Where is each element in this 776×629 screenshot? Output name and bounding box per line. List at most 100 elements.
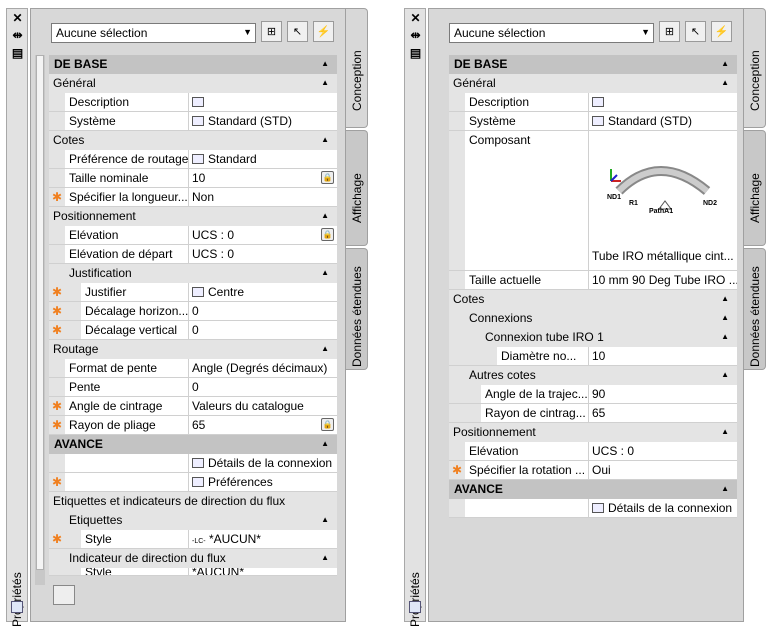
palette-tabs: Conception Affichage Données étendues	[744, 8, 768, 622]
row-diametre[interactable]: Diamètre no... 10	[449, 347, 737, 366]
row-specifier-rotation[interactable]: ✱ Spécifier la rotation ... Oui	[449, 461, 737, 480]
scrollbar-thumb[interactable]	[36, 55, 44, 570]
star-icon: ✱	[49, 416, 65, 434]
close-icon[interactable]: ✕	[10, 11, 25, 25]
collapse-icon[interactable]: ▲	[721, 328, 729, 346]
subcategory-positionnement[interactable]: Positionnement ▲	[449, 423, 737, 442]
row-specifier-longueur[interactable]: ✱ Spécifier la longueur... Non	[49, 188, 337, 207]
row-elevation[interactable]: Elévation UCS : 0 🔒	[49, 226, 337, 245]
row-rayon-cintrag[interactable]: Rayon de cintrag... 65	[449, 404, 737, 423]
row-elevation[interactable]: Elévation UCS : 0	[449, 442, 737, 461]
row-format-pente[interactable]: Format de pente Angle (Degrés décimaux)	[49, 359, 337, 378]
row-systeme[interactable]: Système Standard (STD)	[49, 112, 337, 131]
collapse-icon[interactable]: ▲	[321, 74, 329, 92]
lock-icon[interactable]: 🔒	[321, 418, 334, 431]
collapse-icon[interactable]: ▲	[321, 55, 329, 73]
autohide-icon[interactable]: ⇹	[10, 28, 25, 42]
row-details-connexion[interactable]: Détails de la connexion	[449, 499, 737, 518]
justify-icon	[192, 287, 204, 297]
category-de-base[interactable]: DE BASE ▲	[49, 55, 337, 74]
subcategory-general[interactable]: Général ▲	[49, 74, 337, 93]
collapse-icon[interactable]: ▲	[721, 480, 729, 498]
category-de-base[interactable]: DE BASE ▲	[449, 55, 737, 74]
subcategory-connexion-tube[interactable]: Connexion tube IRO 1 ▲	[449, 328, 737, 347]
tab-conception[interactable]: Conception	[346, 8, 368, 128]
collapse-icon[interactable]: ▲	[721, 309, 729, 327]
row-details-connexion[interactable]: Détails de la connexion	[49, 454, 337, 473]
subcategory-autres-cotes[interactable]: Autres cotes ▲	[449, 366, 737, 385]
tab-conception[interactable]: Conception	[744, 8, 766, 128]
collapse-icon[interactable]: ▲	[721, 55, 729, 73]
row-angle-traj[interactable]: Angle de la trajec... 90	[449, 385, 737, 404]
category-avance[interactable]: AVANCE ▲	[449, 480, 737, 499]
tab-donnees-etendues[interactable]: Données étendues	[346, 248, 368, 370]
tab-donnees-etendues[interactable]: Données étendues	[744, 248, 766, 370]
row-elev-depart[interactable]: Elévation de départ UCS : 0	[49, 245, 337, 264]
collapse-icon[interactable]: ▲	[721, 366, 729, 384]
collapse-icon[interactable]: ▲	[321, 511, 329, 529]
palette-titlebar: ✕ ⇹ ▤ Propriétés	[404, 8, 426, 627]
collapse-icon[interactable]: ▲	[321, 435, 329, 453]
row-composant[interactable]: Composant ND1 R1 PathA1 ND2 Tube IRO mét…	[449, 131, 737, 271]
subcategory-positionnement[interactable]: Positionnement ▲	[49, 207, 337, 226]
tab-affichage[interactable]: Affichage	[346, 130, 368, 246]
row-style[interactable]: ✱ Style -LC- *AUCUN*	[49, 530, 337, 549]
palette-options-button[interactable]	[53, 585, 75, 605]
menu-icon[interactable]: ▤	[408, 46, 423, 60]
tab-affichage[interactable]: Affichage	[744, 130, 766, 246]
subcategory-indicateur-flux[interactable]: Indicateur de direction du flux ▲	[49, 549, 337, 568]
toggle-pickadd-icon[interactable]: ⊞	[659, 21, 680, 42]
subcategory-cotes[interactable]: Cotes ▲	[449, 290, 737, 309]
subcategory-connexions[interactable]: Connexions ▲	[449, 309, 737, 328]
quick-select-icon[interactable]: ⚡	[313, 21, 334, 42]
category-avance[interactable]: AVANCE ▲	[49, 435, 337, 454]
palette-menu-icon[interactable]	[409, 601, 421, 613]
collapse-icon[interactable]: ▲	[321, 207, 329, 225]
row-preferences[interactable]: ✱ Préférences	[49, 473, 337, 492]
lock-icon[interactable]: 🔒	[321, 171, 334, 184]
row-taille-actuelle[interactable]: Taille actuelle 10 mm 90 Deg Tube IRO ...	[449, 271, 737, 290]
subcategory-routage[interactable]: Routage ▲	[49, 340, 337, 359]
row-systeme[interactable]: Système Standard (STD)	[449, 112, 737, 131]
row-description[interactable]: Description	[449, 93, 737, 112]
collapse-icon[interactable]: ▲	[321, 549, 329, 567]
close-icon[interactable]: ✕	[408, 11, 423, 25]
row-justifier[interactable]: ✱ Justifier Centre	[49, 283, 337, 302]
collapse-icon[interactable]: ▲	[321, 131, 329, 149]
row-decal-horiz[interactable]: ✱ Décalage horizon... 0	[49, 302, 337, 321]
row-decal-vert[interactable]: ✱ Décalage vertical 0	[49, 321, 337, 340]
row-rayon-pliage[interactable]: ✱ Rayon de pliage 65 🔒	[49, 416, 337, 435]
scrollbar[interactable]	[35, 55, 45, 585]
subcategory-justification[interactable]: Justification ▲	[49, 264, 337, 283]
star-icon: ✱	[49, 283, 65, 301]
subcategory-etiquettes[interactable]: Etiquettes ▲	[49, 511, 337, 530]
collapse-icon[interactable]: ▲	[721, 423, 729, 441]
collapse-icon[interactable]: ▲	[721, 74, 729, 92]
select-objects-icon[interactable]: ↖	[287, 21, 308, 42]
selection-dropdown[interactable]: Aucune sélection ▼	[51, 23, 256, 43]
collapse-icon[interactable]: ▲	[321, 264, 329, 282]
toggle-pickadd-icon[interactable]: ⊞	[261, 21, 282, 42]
row-description[interactable]: Description	[49, 93, 337, 112]
row-angle-cintrage[interactable]: ✱ Angle de cintrage Valeurs du catalogue	[49, 397, 337, 416]
palette-menu-icon[interactable]	[11, 601, 23, 613]
quick-select-icon[interactable]: ⚡	[711, 21, 732, 42]
subcategory-cotes[interactable]: Cotes ▲	[49, 131, 337, 150]
component-preview: ND1 R1 PathA1 ND2	[607, 166, 717, 215]
palette-title: Propriétés	[408, 572, 422, 627]
collapse-icon[interactable]: ▲	[321, 340, 329, 358]
row-taille-nominale[interactable]: Taille nominale 10 🔒	[49, 169, 337, 188]
subcategory-etiquettes-flux[interactable]: Etiquettes et indicateurs de direction d…	[49, 492, 337, 511]
select-objects-icon[interactable]: ↖	[685, 21, 706, 42]
menu-icon[interactable]: ▤	[10, 46, 25, 60]
selection-toolbar: Aucune sélection ▼ ⊞ ↖ ⚡	[449, 21, 739, 45]
properties-panel: Aucune sélection ▼ ⊞ ↖ ⚡ DE BASE ▲ Général…	[30, 8, 346, 622]
description-icon	[192, 97, 204, 107]
row-pente[interactable]: Pente 0	[49, 378, 337, 397]
row-pref-routage[interactable]: Préférence de routage Standard	[49, 150, 337, 169]
selection-dropdown[interactable]: Aucune sélection ▼	[449, 23, 654, 43]
autohide-icon[interactable]: ⇹	[408, 28, 423, 42]
collapse-icon[interactable]: ▲	[721, 290, 729, 308]
lock-icon[interactable]: 🔒	[321, 228, 334, 241]
subcategory-general[interactable]: Général ▲	[449, 74, 737, 93]
